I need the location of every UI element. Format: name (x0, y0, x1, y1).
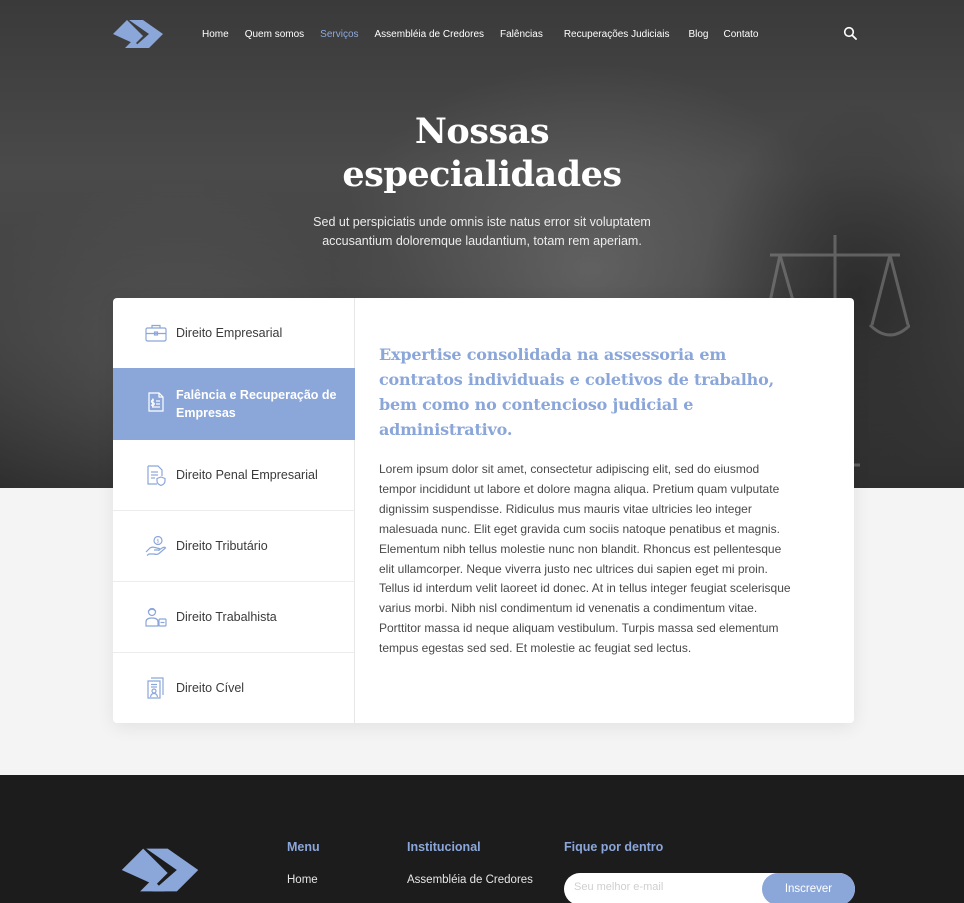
footer-link-home[interactable]: Home (287, 874, 318, 886)
tab-label: Direito Penal Empresarial (176, 468, 318, 482)
service-content-body: Lorem ipsum dolor sit amet, consectetur … (379, 462, 791, 656)
services-tab-list: Direito Empresarial Falência e Recuperaç… (113, 298, 355, 723)
footer-brand-logo[interactable] (121, 844, 199, 896)
nav-servicos[interactable]: Serviços (320, 29, 358, 40)
tab-direito-penal-empresarial[interactable]: Direito Penal Empresarial (113, 440, 355, 511)
nav-contato[interactable]: Contato (723, 29, 758, 40)
tab-label: Falência e Recuperação de Empresas (176, 388, 337, 420)
briefcase-icon (145, 324, 167, 342)
brand-logo[interactable] (113, 17, 163, 51)
search-icon[interactable] (843, 26, 857, 40)
nav-home[interactable]: Home (202, 29, 229, 40)
tab-falencia-e-recuperacao[interactable]: Falência e Recuperação de Empresas (113, 368, 355, 440)
page-title-line2: especialidades (342, 154, 622, 195)
page-subtitle: Sed ut perspiciatis unde omnis iste natu… (313, 215, 651, 248)
subscribe-button[interactable]: Inscrever (762, 873, 855, 903)
nav-recuperacoes-judiciais[interactable]: Recuperações Judiciais (564, 29, 670, 40)
nav-assembleia-de-credores[interactable]: Assembléia de Credores (375, 29, 485, 40)
tab-direito-trabalhista[interactable]: Direito Trabalhista (113, 582, 355, 653)
tab-label: Direito Cível (176, 681, 245, 695)
footer: Menu Home Institucional Assembléia de Cr… (0, 775, 964, 903)
tab-direito-civel[interactable]: Direito Cível (113, 653, 355, 723)
tab-label: Direito Trabalhista (176, 610, 277, 624)
worker-icon (145, 607, 167, 627)
email-field[interactable] (574, 881, 754, 893)
tab-direito-tributario[interactable]: $ Direito Tributário (113, 511, 355, 582)
service-content-title: Expertise consolidada na assessoria em c… (379, 345, 774, 439)
service-content: Expertise consolidada na assessoria em c… (379, 342, 799, 659)
footer-newsletter-title: Fique por dentro (564, 840, 664, 854)
page-title-line1: Nossas (414, 111, 550, 152)
tab-direito-empresarial[interactable]: Direito Empresarial (113, 298, 355, 369)
hand-coin-icon: $ (145, 535, 167, 556)
tab-label: Direito Empresarial (176, 326, 283, 340)
footer-menu-title: Menu (287, 840, 320, 854)
document-person-icon (147, 677, 164, 699)
svg-text:$: $ (156, 539, 159, 545)
services-card: Direito Empresarial Falência e Recuperaç… (113, 298, 854, 723)
tab-label: Direito Tributário (176, 539, 268, 553)
nav-quem-somos[interactable]: Quem somos (245, 29, 304, 40)
footer-link-assembleia[interactable]: Assembléia de Credores (407, 874, 533, 886)
main-nav: Home Quem somos Serviços Assembléia de C… (202, 27, 775, 41)
nav-falencias[interactable]: Falências (500, 29, 543, 40)
nav-blog[interactable]: Blog (688, 29, 708, 40)
document-money-icon (148, 392, 164, 412)
footer-institutional-title: Institucional (407, 840, 481, 854)
document-shield-icon (147, 465, 166, 487)
page-title: Nossas especialidades (0, 110, 964, 196)
